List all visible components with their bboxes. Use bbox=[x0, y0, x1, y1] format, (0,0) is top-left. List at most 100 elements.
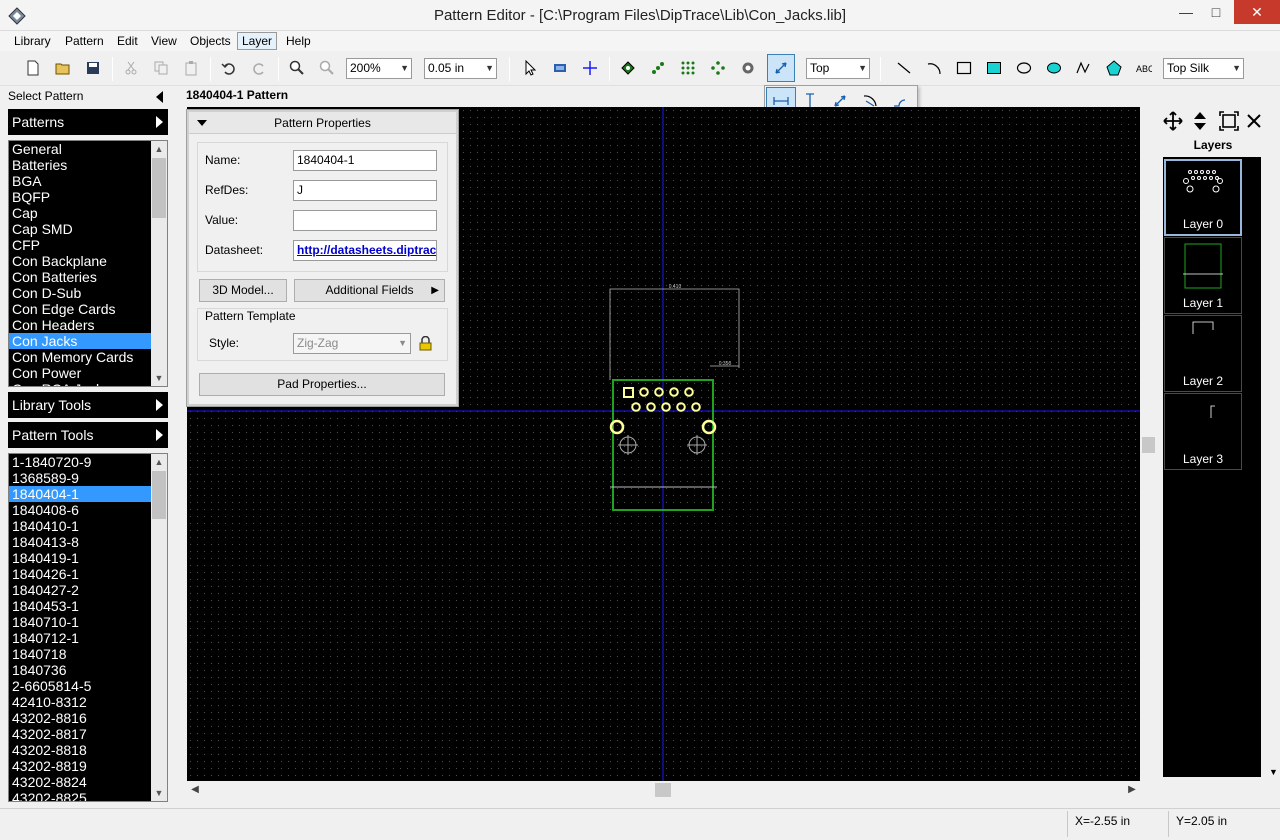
ellipse-icon[interactable] bbox=[1013, 57, 1035, 79]
pattern-list-item[interactable]: 1840453-1 bbox=[9, 598, 152, 614]
origin-icon[interactable] bbox=[579, 57, 601, 79]
category-list-item[interactable]: Con Headers bbox=[9, 317, 152, 333]
rectangle-icon[interactable] bbox=[953, 57, 975, 79]
3d-model-button[interactable]: 3D Model... bbox=[199, 279, 287, 302]
pattern-list-item[interactable]: 1368589-9 bbox=[9, 470, 152, 486]
category-list-item[interactable]: Con RCA Jack bbox=[9, 381, 152, 386]
category-list-item[interactable]: Con Power bbox=[9, 365, 152, 381]
pattern-tools-header[interactable]: Pattern Tools bbox=[8, 422, 168, 448]
pattern-list[interactable]: 1-1840720-9 1368589-9 1840404-1 1840408-6 18… bbox=[8, 453, 168, 802]
category-list-item[interactable]: Cap SMD bbox=[9, 221, 152, 237]
pad-array-icon[interactable] bbox=[647, 57, 669, 79]
close-layers-icon[interactable] bbox=[1246, 113, 1262, 129]
layers-scrollbar[interactable]: ▼ bbox=[1267, 107, 1280, 781]
undo-icon[interactable] bbox=[218, 57, 240, 79]
hole-icon[interactable] bbox=[737, 57, 759, 79]
arc-icon[interactable] bbox=[923, 57, 945, 79]
place-pad-icon[interactable] bbox=[617, 57, 639, 79]
pattern-list-item[interactable]: 1840413-8 bbox=[9, 534, 152, 550]
pattern-list-item[interactable]: 43202-8825 bbox=[9, 790, 152, 801]
category-list-item[interactable]: Cap bbox=[9, 205, 152, 221]
category-list-item[interactable]: Con Jacks bbox=[9, 333, 152, 349]
scroll-thumb[interactable] bbox=[152, 158, 166, 218]
layer-item-3[interactable]: Layer 3 bbox=[1164, 393, 1242, 470]
datasheet-link[interactable]: http://datasheets.diptrac bbox=[293, 240, 437, 261]
polyline-icon[interactable] bbox=[1073, 57, 1095, 79]
matrix-icon[interactable] bbox=[677, 57, 699, 79]
scroll-left-icon[interactable]: ◀ bbox=[187, 781, 203, 799]
layer-settings-icon[interactable] bbox=[1219, 111, 1239, 131]
collapse-icon[interactable] bbox=[197, 120, 207, 126]
zoom-select[interactable]: 200% ▼ bbox=[346, 58, 412, 79]
category-list-item[interactable]: Con D-Sub bbox=[9, 285, 152, 301]
scroll-up-icon[interactable]: ▲ bbox=[151, 454, 167, 470]
maximize-button[interactable]: □ bbox=[1201, 0, 1231, 24]
additional-fields-button[interactable]: Additional Fields ▶ bbox=[294, 279, 445, 302]
category-list-item[interactable]: Con Edge Cards bbox=[9, 301, 152, 317]
zoom-in-icon[interactable] bbox=[286, 57, 308, 79]
menu-edit[interactable]: Edit bbox=[113, 32, 142, 50]
category-list-item[interactable]: BGA bbox=[9, 173, 152, 189]
filled-ellipse-icon[interactable] bbox=[1043, 57, 1065, 79]
pattern-list-item[interactable]: 1840419-1 bbox=[9, 550, 152, 566]
pattern-list-item[interactable]: 43202-8824 bbox=[9, 774, 152, 790]
pattern-list-item[interactable]: 43202-8818 bbox=[9, 742, 152, 758]
menu-view[interactable]: View bbox=[147, 32, 181, 50]
layer-item-1[interactable]: Layer 1 bbox=[1164, 237, 1242, 314]
copy-icon[interactable] bbox=[150, 57, 172, 79]
name-field[interactable]: 1840404-1 bbox=[293, 150, 437, 171]
close-button[interactable]: ✕ bbox=[1234, 0, 1280, 24]
menu-help[interactable]: Help bbox=[282, 32, 315, 50]
dimension-tool-icon[interactable] bbox=[767, 54, 795, 82]
pad-properties-button[interactable]: Pad Properties... bbox=[199, 373, 445, 396]
pattern-list-item[interactable]: 1840710-1 bbox=[9, 614, 152, 630]
pattern-list-item[interactable]: 43202-8819 bbox=[9, 758, 152, 774]
category-list[interactable]: General Batteries BGA BQFP Cap Cap SMD CFP Con … bbox=[8, 140, 168, 387]
pointer-icon[interactable] bbox=[519, 57, 541, 79]
value-field[interactable] bbox=[293, 210, 437, 231]
pattern-list-item[interactable]: 1840410-1 bbox=[9, 518, 152, 534]
layer-select[interactable]: Top Silk ▼ bbox=[1163, 58, 1244, 79]
pattern-list-item[interactable]: 1840718 bbox=[9, 646, 152, 662]
pattern-properties-header[interactable]: Pattern Properties bbox=[189, 112, 456, 134]
save-icon[interactable] bbox=[82, 57, 104, 79]
category-scrollbar[interactable]: ▲ ▼ bbox=[151, 141, 167, 386]
refdes-field[interactable]: J bbox=[293, 180, 437, 201]
collapse-panel-icon[interactable] bbox=[156, 91, 163, 103]
pattern-list-item[interactable]: 1840426-1 bbox=[9, 566, 152, 582]
pattern-list-item[interactable]: 42410-8312 bbox=[9, 694, 152, 710]
patterns-header[interactable]: Patterns bbox=[8, 109, 168, 135]
pattern-list-item[interactable]: 1840712-1 bbox=[9, 630, 152, 646]
scroll-thumb[interactable] bbox=[1142, 437, 1155, 453]
scroll-right-icon[interactable]: ▶ bbox=[1124, 781, 1140, 799]
style-select[interactable]: Zig-Zag ▼ bbox=[293, 333, 411, 354]
pattern-scrollbar[interactable]: ▲ ▼ bbox=[151, 454, 167, 801]
polygon-icon[interactable] bbox=[1103, 57, 1125, 79]
pattern-list-item[interactable]: 43202-8817 bbox=[9, 726, 152, 742]
canvas-vertical-scrollbar[interactable] bbox=[1140, 107, 1157, 781]
pattern-list-item[interactable]: 1840408-6 bbox=[9, 502, 152, 518]
pattern-list-item[interactable]: 1840736 bbox=[9, 662, 152, 678]
scroll-thumb[interactable] bbox=[152, 471, 166, 519]
scroll-down-icon[interactable]: ▼ bbox=[151, 370, 167, 386]
pattern-list-item[interactable]: 43202-8816 bbox=[9, 710, 152, 726]
scroll-up-icon[interactable]: ▲ bbox=[151, 141, 167, 157]
menu-library[interactable]: Library bbox=[10, 32, 55, 50]
category-list-item[interactable]: Batteries bbox=[9, 157, 152, 173]
pattern-list-item[interactable]: 1-1840720-9 bbox=[9, 454, 152, 470]
grid-select[interactable]: 0.05 in ▼ bbox=[424, 58, 497, 79]
zoom-out-icon[interactable] bbox=[316, 57, 338, 79]
scroll-down-icon[interactable]: ▼ bbox=[151, 785, 167, 801]
line-icon[interactable] bbox=[893, 57, 915, 79]
pattern-list-item[interactable]: 1840404-1 bbox=[9, 486, 152, 502]
category-list-item[interactable]: CFP bbox=[9, 237, 152, 253]
lock-icon[interactable] bbox=[419, 336, 432, 351]
new-file-icon[interactable] bbox=[22, 57, 44, 79]
move-layer-icon[interactable] bbox=[1163, 111, 1183, 131]
menu-layer[interactable]: Layer bbox=[237, 32, 278, 50]
minimize-button[interactable]: — bbox=[1171, 0, 1201, 24]
panning-icon[interactable] bbox=[549, 57, 571, 79]
filled-rectangle-icon[interactable] bbox=[983, 57, 1005, 79]
menu-objects[interactable]: Objects bbox=[186, 32, 235, 50]
paste-icon[interactable] bbox=[180, 57, 202, 79]
